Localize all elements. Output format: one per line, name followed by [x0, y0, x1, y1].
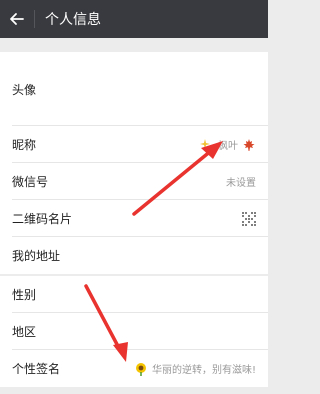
- profile-screen: 个人信息 头像 昵称 枫叶 微信号 未设置 二维码名片 我的地址 性别 地区 个…: [0, 0, 268, 394]
- avatar-label: 头像: [12, 82, 37, 97]
- sunflower-icon: [135, 362, 146, 376]
- qr-code-icon: [242, 211, 256, 226]
- nickname-text: 枫叶: [218, 141, 238, 152]
- signature-value: 华丽的逆转，别有滋味!: [134, 361, 256, 376]
- gender-label: 性别: [12, 288, 37, 302]
- sparkles-icon: [200, 138, 214, 150]
- maple-leaf-icon: [243, 138, 255, 151]
- back-button[interactable]: [2, 0, 32, 38]
- avatar-row[interactable]: 头像: [0, 52, 268, 126]
- qr-code-label: 二维码名片: [12, 212, 73, 226]
- signature-text: 华丽的逆转，别有滋味!: [151, 365, 256, 376]
- qr-code-row[interactable]: 二维码名片: [0, 200, 268, 237]
- personal-details-group: 性别 地区 个性签名 华丽的逆转，别有滋味!: [0, 276, 268, 387]
- address-row[interactable]: 我的地址: [0, 237, 268, 274]
- region-row[interactable]: 地区: [0, 313, 268, 350]
- wechat-id-row[interactable]: 微信号 未设置: [0, 163, 268, 200]
- region-label: 地区: [12, 325, 37, 339]
- gender-row[interactable]: 性别: [0, 276, 268, 313]
- signature-label: 个性签名: [12, 362, 61, 376]
- top-navigation-bar: 个人信息: [0, 0, 268, 38]
- wechat-id-label: 微信号: [12, 175, 49, 189]
- nickname-value: 枫叶: [200, 137, 256, 152]
- nickname-row[interactable]: 昵称 枫叶: [0, 126, 268, 163]
- back-arrow-icon: [10, 13, 24, 25]
- profile-info-group: 头像 昵称 枫叶 微信号 未设置 二维码名片 我的地址: [0, 52, 268, 274]
- wechat-id-value: 未设置: [226, 178, 256, 189]
- page-title: 个人信息: [45, 12, 101, 28]
- signature-row[interactable]: 个性签名 华丽的逆转，别有滋味!: [0, 350, 268, 387]
- header-divider: [34, 10, 35, 28]
- address-label: 我的地址: [12, 249, 61, 263]
- nickname-label: 昵称: [12, 138, 37, 152]
